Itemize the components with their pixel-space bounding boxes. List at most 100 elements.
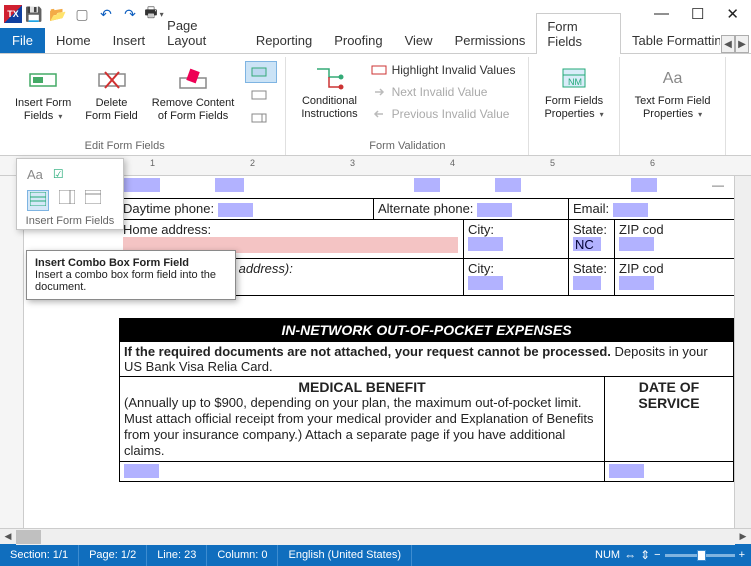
form-field[interactable]: [631, 178, 657, 192]
checkbox-field-icon[interactable]: ☑: [53, 167, 64, 182]
cond-l1: Conditional: [302, 95, 357, 108]
tab-scroll-left-icon[interactable]: ◀: [721, 35, 735, 53]
tab-reporting[interactable]: Reporting: [245, 27, 323, 53]
redo-icon[interactable]: ↷: [122, 6, 138, 22]
document-page[interactable]: — Daytime phone: Alternate phone: Email:…: [24, 176, 734, 528]
zoom-slider[interactable]: [665, 554, 735, 557]
remove-content-l1: Remove Content: [152, 97, 235, 110]
next-invalid-button[interactable]: Next Invalid Value: [365, 81, 521, 103]
insert-form-fields-button[interactable]: Insert Form Fields ▾: [8, 61, 78, 127]
form-field[interactable]: [124, 178, 160, 192]
ruler-num: 2: [250, 158, 255, 168]
insert-form-fields-flyout: Aa ☑ Insert Form Fields: [16, 158, 124, 230]
form-fields-properties-button[interactable]: NM Form Fields Properties ▾: [537, 59, 610, 125]
state-value[interactable]: NC: [573, 237, 601, 251]
medical-body: (Annually up to $900, depending on your …: [124, 395, 600, 459]
scroll-left-icon[interactable]: ◀: [0, 529, 16, 545]
tab-page-layout[interactable]: Page Layout: [156, 12, 245, 53]
fit-page-icon[interactable]: ⇕: [640, 548, 650, 562]
form-field[interactable]: [477, 203, 512, 217]
tab-scroll-right-icon[interactable]: ▶: [735, 35, 749, 53]
scroll-right-icon[interactable]: ▶: [735, 529, 751, 545]
maximize-icon[interactable]: ☐: [691, 5, 704, 23]
horizontal-scrollbar[interactable]: ◀ ▶: [0, 528, 751, 544]
group-edit-label: Edit Form Fields: [85, 139, 165, 153]
dropdown-field-icon[interactable]: [59, 190, 75, 211]
form-field[interactable]: [414, 178, 440, 192]
alternate-phone-label: Alternate phone:: [378, 201, 473, 216]
form-field[interactable]: [619, 276, 654, 290]
small-form-btn-2[interactable]: [245, 84, 277, 106]
close-icon[interactable]: ✕: [726, 5, 739, 23]
title-bar: TX 💾 📂 ▢ ↶ ↷ 🖶▾ — ☐ ✕: [0, 0, 751, 28]
zoom-in-icon[interactable]: +: [739, 549, 745, 561]
vertical-scrollbar[interactable]: [734, 176, 751, 528]
city-label-2: City:: [468, 261, 494, 276]
form-field[interactable]: [609, 464, 644, 478]
form-field[interactable]: [573, 276, 601, 290]
tooltip-body: Insert a combo box form field into the d…: [35, 269, 216, 293]
scroll-thumb[interactable]: [16, 530, 41, 544]
tab-home[interactable]: Home: [45, 27, 102, 53]
open-icon[interactable]: 📂: [50, 6, 66, 22]
collapse-icon[interactable]: —: [712, 178, 724, 192]
conditional-icon: [313, 63, 345, 93]
tab-permissions[interactable]: Permissions: [444, 27, 537, 53]
tab-form-fields[interactable]: Form Fields: [536, 13, 621, 54]
save-icon[interactable]: 💾: [26, 6, 42, 22]
status-column[interactable]: Column: 0: [207, 544, 278, 566]
medical-benefit-head: MEDICAL BENEFIT: [124, 379, 600, 395]
tab-proofing[interactable]: Proofing: [323, 27, 393, 53]
text-field-icon[interactable]: Aa: [27, 167, 43, 182]
conditional-instructions-button[interactable]: Conditional Instructions: [294, 59, 364, 125]
insert-form-l2: Fields ▾: [24, 110, 62, 123]
status-line[interactable]: Line: 23: [147, 544, 207, 566]
next-invalid-icon: [370, 83, 388, 101]
zoom-out-icon[interactable]: −: [654, 549, 660, 561]
status-language[interactable]: English (United States): [278, 544, 412, 566]
highlight-invalid-button[interactable]: Highlight Invalid Values: [365, 59, 521, 81]
form-field[interactable]: [468, 237, 503, 251]
status-section[interactable]: Section: 1/1: [0, 544, 79, 566]
small-form-btn-1[interactable]: [245, 61, 277, 83]
insert-form-field-icon: [27, 65, 59, 95]
new-icon[interactable]: ▢: [74, 6, 90, 22]
form-field[interactable]: [218, 203, 253, 217]
city-label: City:: [468, 222, 494, 237]
form-field[interactable]: [124, 464, 159, 478]
date-field-icon[interactable]: [85, 190, 101, 211]
text-form-field-properties-button[interactable]: Aa Text Form Field Properties ▾: [628, 59, 718, 125]
combobox-field-icon[interactable]: [27, 190, 49, 211]
svg-text:NM: NM: [568, 77, 582, 87]
tab-file[interactable]: File: [0, 28, 45, 53]
form-field[interactable]: [613, 203, 648, 217]
remove-content-button[interactable]: Remove Content of Form Fields: [145, 61, 242, 127]
form-field[interactable]: [215, 178, 244, 192]
insert-form-l1: Insert Form: [15, 97, 71, 110]
delete-form-field-button[interactable]: Delete Form Field: [78, 61, 145, 127]
minimize-icon[interactable]: —: [654, 5, 669, 23]
remove-content-icon: [177, 65, 209, 95]
remove-content-l2: of Form Fields: [158, 110, 228, 123]
form-field[interactable]: [495, 178, 521, 192]
props-l1: Form Fields: [545, 95, 603, 108]
menu-bar: File Home Insert Page Layout Reporting P…: [0, 28, 751, 54]
fit-width-icon[interactable]: ⇔: [624, 548, 636, 562]
tab-table-formatting[interactable]: Table Formatting: [621, 27, 721, 53]
zip-label: ZIP cod: [619, 222, 664, 237]
prev-invalid-button[interactable]: Previous Invalid Value: [365, 103, 521, 125]
small-form-btn-3[interactable]: [245, 107, 277, 129]
scroll-track[interactable]: [16, 529, 735, 545]
status-page[interactable]: Page: 1/2: [79, 544, 147, 566]
status-bar: Section: 1/1 Page: 1/2 Line: 23 Column: …: [0, 544, 751, 566]
tab-insert[interactable]: Insert: [102, 27, 157, 53]
zoom-thumb[interactable]: [697, 550, 706, 561]
form-field[interactable]: [468, 276, 503, 290]
undo-icon[interactable]: ↶: [98, 6, 114, 22]
form-field[interactable]: [619, 237, 654, 251]
props-l2: Properties ▾: [544, 108, 603, 121]
ruler-num: 5: [550, 158, 555, 168]
tab-view[interactable]: View: [394, 27, 444, 53]
textprops-l2: Properties ▾: [643, 108, 702, 121]
section-header: IN-NETWORK OUT-OF-POCKET EXPENSES: [120, 319, 733, 341]
